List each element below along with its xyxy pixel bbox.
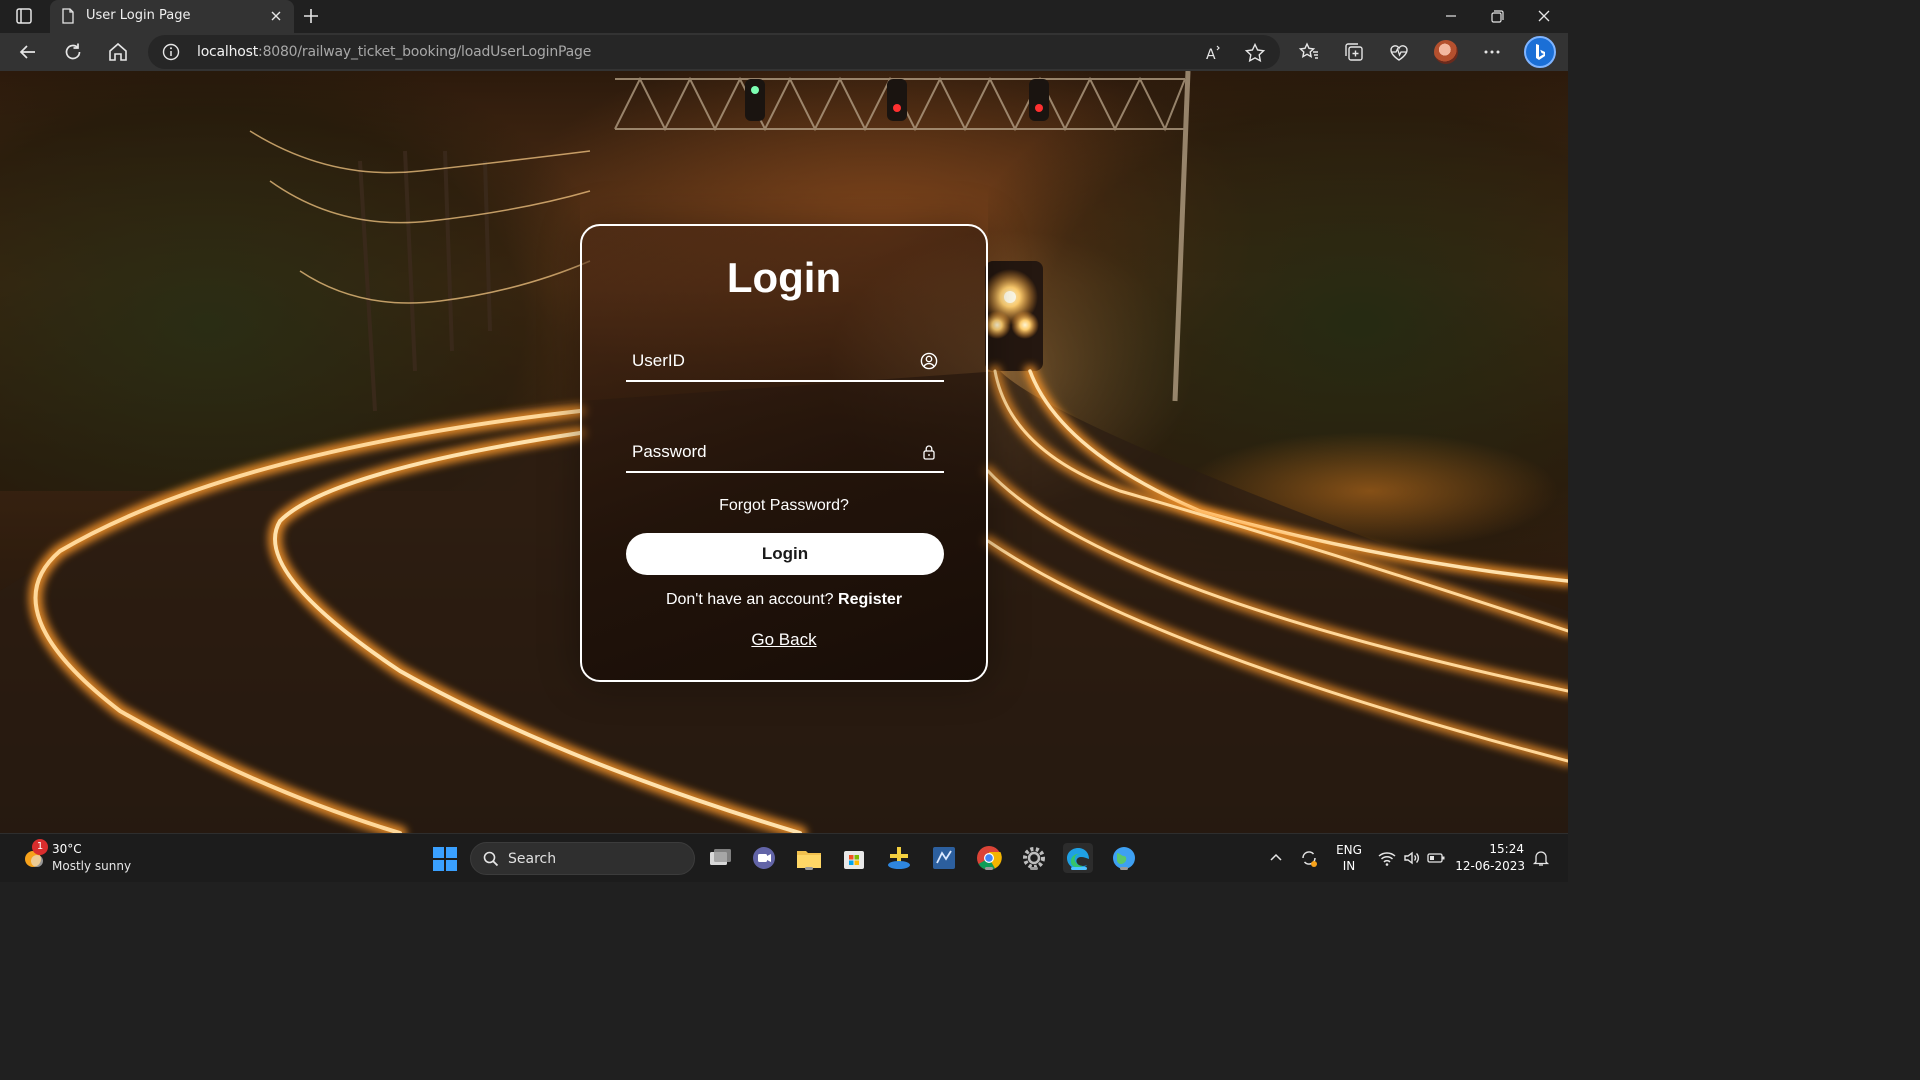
language-indicator[interactable]: ENG IN xyxy=(1335,842,1363,874)
clock-date[interactable]: 12-06-2023 xyxy=(1455,859,1525,873)
search-icon xyxy=(483,851,499,871)
read-aloud-icon[interactable]: A xyxy=(1203,42,1225,64)
tab-title: User Login Page xyxy=(86,8,191,23)
new-tab-button[interactable] xyxy=(300,5,322,27)
clock-time[interactable]: 15:24 xyxy=(1480,842,1524,856)
profile-avatar[interactable] xyxy=(1434,40,1458,64)
signal-light-red-1 xyxy=(887,79,907,121)
weather-temperature[interactable]: 30°C xyxy=(52,842,82,856)
power-lines xyxy=(249,130,591,304)
lock-icon xyxy=(920,443,938,461)
running-indicator xyxy=(985,867,993,870)
refresh-icon[interactable] xyxy=(61,40,85,64)
tab-user-login-page[interactable]: User Login Page xyxy=(50,0,294,33)
user-circle-icon xyxy=(920,352,938,370)
url-text[interactable]: localhost:8080/railway_ticket_booking/lo… xyxy=(197,44,591,60)
register-link[interactable]: Register xyxy=(838,591,902,608)
signal-light-red-2 xyxy=(1029,79,1049,121)
windows-taskbar: 1 30°C Mostly sunny Search ENG IN 15:24 … xyxy=(0,833,1568,882)
userid-input[interactable] xyxy=(626,342,906,380)
train xyxy=(982,261,1043,371)
address-bar[interactable]: localhost:8080/railway_ticket_booking/lo… xyxy=(148,35,1280,69)
file-explorer-icon[interactable] xyxy=(794,843,824,873)
url-host: localhost xyxy=(197,44,259,60)
search-placeholder: Search xyxy=(508,851,557,867)
active-indicator xyxy=(1071,867,1087,870)
game-app-icon[interactable] xyxy=(884,843,914,873)
url-path: :8080/railway_ticket_booking/loadUserLog… xyxy=(258,44,592,60)
running-indicator xyxy=(1030,867,1038,870)
tab-actions-icon[interactable] xyxy=(12,6,36,26)
language-code: ENG xyxy=(1336,843,1362,857)
register-prompt: Don't have an account? Register xyxy=(582,591,986,609)
notifications-bell-icon[interactable] xyxy=(1532,849,1550,898)
home-icon[interactable] xyxy=(106,40,130,64)
catenary-poles xyxy=(358,150,492,412)
weather-badge: 1 xyxy=(32,839,48,855)
password-input[interactable] xyxy=(626,433,906,471)
minimize-icon[interactable] xyxy=(1437,4,1465,28)
running-indicator xyxy=(1120,867,1128,870)
task-view-icon[interactable] xyxy=(705,843,735,873)
running-indicator xyxy=(805,867,813,870)
weather-description[interactable]: Mostly sunny xyxy=(52,859,131,873)
collections-icon[interactable] xyxy=(1342,40,1366,64)
svg-text:A: A xyxy=(1206,47,1216,63)
edge-icon[interactable] xyxy=(1063,843,1093,873)
browser-tab-strip: User Login Page xyxy=(0,0,1568,33)
no-account-text: Don't have an account? xyxy=(665,591,834,608)
site-info-icon[interactable] xyxy=(162,43,180,65)
login-page-background: Login Forgot Password? Login Don't have … xyxy=(0,71,1568,833)
bing-copilot-icon[interactable] xyxy=(1524,36,1556,68)
start-windows-icon[interactable] xyxy=(432,846,458,872)
more-icon[interactable] xyxy=(1480,40,1504,64)
login-button[interactable]: Login xyxy=(626,533,944,575)
login-card: Login Forgot Password? Login Don't have … xyxy=(580,224,988,682)
microsoft-store-icon[interactable] xyxy=(839,843,869,873)
sync-icon[interactable] xyxy=(1298,847,1320,896)
volume-icon[interactable] xyxy=(1402,849,1422,898)
show-hidden-icons-chevron-icon[interactable] xyxy=(1268,850,1284,899)
chrome-icon[interactable] xyxy=(974,843,1004,873)
settings-icon[interactable] xyxy=(1019,843,1049,873)
restore-icon[interactable] xyxy=(1483,4,1511,28)
region-code: IN xyxy=(1342,859,1356,873)
browser-essentials-icon[interactable] xyxy=(1387,40,1411,64)
login-title: Login xyxy=(726,254,842,301)
favorite-star-icon[interactable] xyxy=(1244,42,1266,64)
userid-field xyxy=(626,342,944,382)
teams-chat-icon[interactable] xyxy=(749,843,779,873)
wifi-icon[interactable] xyxy=(1377,849,1397,898)
browser-toolbar: localhost:8080/railway_ticket_booking/lo… xyxy=(0,33,1568,71)
go-back-link[interactable]: Go Back xyxy=(582,630,986,650)
favorites-icon[interactable] xyxy=(1297,40,1321,64)
page-icon xyxy=(60,8,76,28)
maps-app-icon[interactable] xyxy=(1109,843,1139,873)
close-icon[interactable] xyxy=(1530,4,1558,28)
tab-close-icon[interactable] xyxy=(266,6,286,26)
battery-icon[interactable] xyxy=(1426,850,1446,899)
password-field xyxy=(626,433,944,473)
back-icon[interactable] xyxy=(16,40,40,64)
forgot-password-link[interactable]: Forgot Password? xyxy=(582,497,986,515)
taskbar-search[interactable]: Search xyxy=(470,842,695,875)
code-editor-icon[interactable] xyxy=(929,843,959,873)
signal-light-green xyxy=(745,79,765,121)
